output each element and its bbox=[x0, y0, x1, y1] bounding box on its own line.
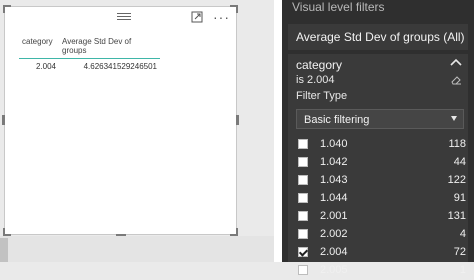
list-item-value: 1.040 bbox=[320, 138, 348, 150]
filter-card-label: Average Std Dev of groups (All) bbox=[296, 30, 465, 44]
resize-handle-bottom-right[interactable] bbox=[230, 228, 238, 236]
table-header-row: category Average Std Dev of groups bbox=[19, 35, 160, 59]
list-item-value: 2.005 bbox=[320, 264, 348, 276]
scrollbar-thumb[interactable] bbox=[0, 238, 8, 262]
pane-title: Visual level filters bbox=[292, 0, 385, 14]
filter-card-title[interactable]: category bbox=[296, 58, 342, 72]
filter-card-avg-std-dev[interactable]: Average Std Dev of groups (All) bbox=[288, 24, 468, 50]
drag-grip-icon[interactable] bbox=[117, 13, 131, 21]
filters-pane: Visual level filters Average Std Dev of … bbox=[282, 0, 474, 276]
table-cell-category: 2.004 bbox=[35, 62, 56, 71]
table-visual[interactable]: ··· category Average Std Dev of groups 2… bbox=[2, 5, 239, 237]
list-item[interactable]: 1.042 44 bbox=[296, 154, 466, 172]
checkbox[interactable] bbox=[298, 139, 308, 149]
list-item[interactable]: 2.005 1 bbox=[296, 262, 466, 280]
checkbox[interactable] bbox=[298, 193, 308, 203]
list-item[interactable]: 1.040 118 bbox=[296, 136, 466, 154]
filter-type-label: Filter Type bbox=[296, 90, 348, 102]
checkbox[interactable] bbox=[298, 175, 308, 185]
filter-value-list: 1.040 118 1.042 44 1.043 122 1.044 91 2.… bbox=[296, 136, 466, 280]
list-item-count: 122 bbox=[447, 174, 466, 186]
checkbox[interactable] bbox=[298, 265, 308, 275]
list-item-count: 1 bbox=[459, 264, 466, 276]
checkbox[interactable] bbox=[298, 157, 308, 167]
table-row: 2.004 4.626341529246501 bbox=[19, 59, 160, 74]
clear-filter-icon[interactable] bbox=[450, 74, 462, 86]
checkbox[interactable] bbox=[298, 211, 308, 221]
filter-card-category: category is 2.004 Filter Type Basic filt… bbox=[288, 54, 468, 276]
list-item-value: 2.002 bbox=[320, 228, 348, 240]
list-item-count: 91 bbox=[453, 192, 466, 204]
resize-handle-right[interactable] bbox=[236, 115, 239, 125]
list-item-count: 72 bbox=[453, 246, 466, 258]
list-item[interactable]: 2.002 4 bbox=[296, 226, 466, 244]
list-item[interactable]: 1.044 91 bbox=[296, 190, 466, 208]
filter-type-value: Basic filtering bbox=[304, 114, 370, 126]
filter-type-select[interactable]: Basic filtering bbox=[296, 109, 464, 129]
pane-divider bbox=[274, 0, 282, 262]
resize-handle-top-left[interactable] bbox=[3, 5, 11, 13]
column-header-category[interactable]: category bbox=[19, 35, 59, 59]
checkbox-checked[interactable] bbox=[298, 247, 308, 257]
dropdown-arrow-icon bbox=[451, 116, 457, 121]
list-item-value: 1.042 bbox=[320, 156, 348, 168]
resize-handle-left[interactable] bbox=[2, 115, 5, 125]
list-item-value: 1.043 bbox=[320, 174, 348, 186]
list-item-value: 2.001 bbox=[320, 210, 348, 222]
focus-mode-icon[interactable] bbox=[191, 11, 203, 23]
list-item-count: 131 bbox=[447, 210, 466, 222]
list-item-count: 118 bbox=[448, 138, 466, 150]
column-header-avg-std-dev[interactable]: Average Std Dev of groups bbox=[59, 35, 160, 59]
list-item-count: 44 bbox=[453, 156, 466, 168]
more-options-icon[interactable]: ··· bbox=[213, 10, 230, 24]
list-item[interactable]: 2.001 131 bbox=[296, 208, 466, 226]
resize-handle-top-right[interactable] bbox=[230, 5, 238, 13]
list-item-count: 4 bbox=[459, 228, 466, 240]
checkbox[interactable] bbox=[298, 229, 308, 239]
list-item[interactable]: 1.043 122 bbox=[296, 172, 466, 190]
list-item-value: 2.004 bbox=[320, 246, 348, 258]
table-cell-avg-std-dev: 4.626341529246501 bbox=[83, 62, 157, 71]
chevron-up-icon[interactable] bbox=[450, 57, 462, 67]
filter-condition: is 2.004 bbox=[296, 74, 335, 86]
data-table: category Average Std Dev of groups 2.004… bbox=[19, 35, 160, 74]
list-item[interactable]: 2.004 72 bbox=[296, 244, 466, 262]
resize-handle-bottom-left[interactable] bbox=[3, 228, 11, 236]
report-canvas: ··· category Average Std Dev of groups 2… bbox=[0, 0, 274, 262]
list-item-value: 1.044 bbox=[320, 192, 348, 204]
horizontal-scrollbar[interactable] bbox=[0, 236, 274, 262]
